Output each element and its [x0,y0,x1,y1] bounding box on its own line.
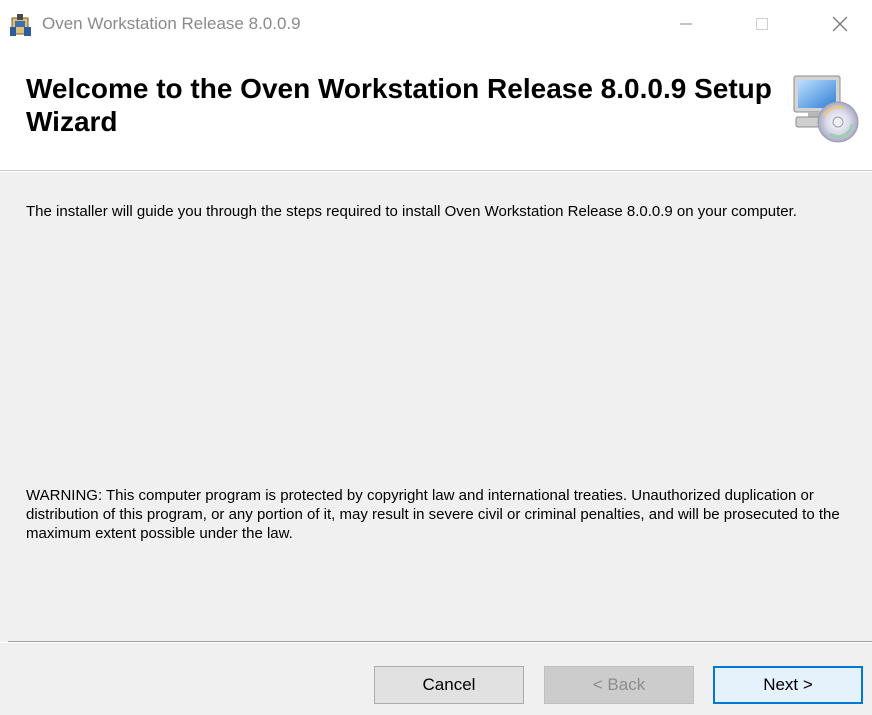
computer-disc-icon [790,72,860,144]
setup-wizard-window: Oven Workstation Release 8.0.0.9 Welcome… [0,0,872,715]
minimize-button[interactable] [658,0,714,52]
title-bar[interactable]: Oven Workstation Release 8.0.0.9 [0,0,872,52]
page-title: Welcome to the Oven Workstation Release … [26,73,772,137]
intro-text: The installer will guide you through the… [26,203,797,220]
close-icon [831,15,849,38]
button-bar: Cancel < Back Next > [0,643,872,715]
back-button: < Back [544,666,694,704]
next-button[interactable]: Next > [713,666,863,704]
maximize-icon [755,17,769,36]
copyright-warning: WARNING: This computer program is protec… [26,487,840,542]
installer-app-icon [8,12,34,38]
window-title: Oven Workstation Release 8.0.0.9 [42,14,301,33]
minimize-icon [679,17,693,36]
wizard-content: The installer will guide you through the… [0,172,872,642]
maximize-button [734,0,790,52]
close-button[interactable] [812,0,868,52]
wizard-banner: Welcome to the Oven Workstation Release … [0,52,872,170]
cancel-button[interactable]: Cancel [374,666,524,704]
